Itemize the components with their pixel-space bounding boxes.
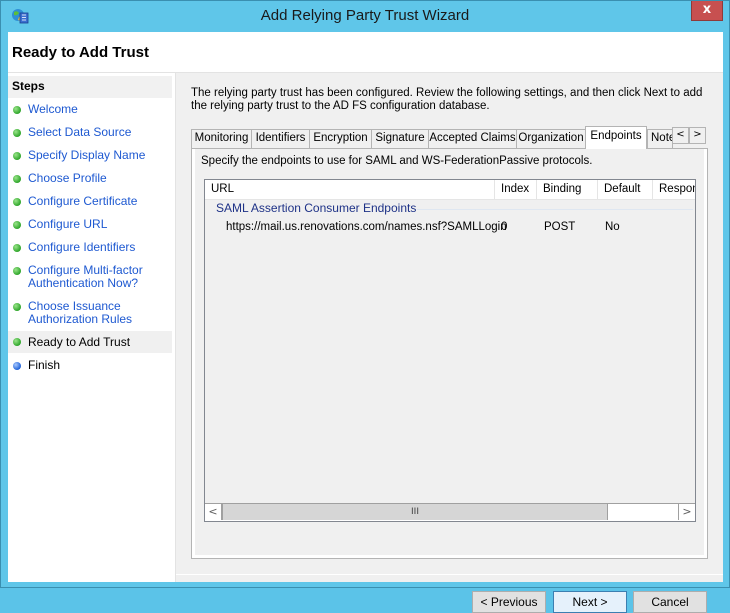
step-configure-multi-factor[interactable]: Configure Multi-factor Authentication Now… [8,264,172,290]
step-specify-display-name[interactable]: Specify Display Name [8,149,172,162]
steps-heading: Steps [8,76,172,98]
step-current-icon [13,338,21,346]
step-label: Configure Certificate [28,194,138,208]
step-label: Ready to Add Trust [28,335,131,349]
horizontal-scrollbar[interactable]: < III > [205,503,695,521]
next-button[interactable]: Next > [553,591,627,613]
step-label: Choose Profile [28,171,107,185]
column-header-url[interactable]: URL [205,180,495,199]
tab-scroll-left-button[interactable]: < [672,127,689,144]
column-header-binding[interactable]: Binding [537,180,598,199]
column-header-response-url[interactable]: Response URL [653,180,695,199]
chevron-right-icon: > [682,505,692,518]
step-configure-url[interactable]: Configure URL [8,218,172,231]
endpoints-tab-panel: Specify the endpoints to use for SAML an… [191,148,708,559]
endpoints-description: Specify the endpoints to use for SAML an… [201,155,593,167]
step-label: Welcome [28,102,78,116]
step-label-line1: Choose Issuance [28,299,121,313]
cell-url: https://mail.us.renovations.com/names.ns… [226,221,507,233]
step-label: Finish [28,358,61,372]
step-label-line2: Authentication Now? [28,276,139,290]
wizard-client-area: Ready to Add Trust Steps Welcome Select … [8,32,723,613]
footer-divider [176,574,723,575]
step-complete-icon [13,303,21,311]
tab-notes[interactable]: Notes [647,129,673,148]
tab-organization[interactable]: Organization [516,129,586,148]
step-label: Configure URL [28,217,108,231]
step-complete-icon [13,175,21,183]
step-complete-icon [13,198,21,206]
group-header-saml-assertion-consumer[interactable]: SAML Assertion Consumer Endpoints [216,201,416,215]
group-divider [417,209,693,210]
intro-text: The relying party trust has been configu… [191,87,703,112]
close-button[interactable]: x [691,1,723,21]
step-pending-icon [13,362,21,370]
step-label-line1: Configure Multi-factor [28,263,143,277]
step-choose-profile[interactable]: Choose Profile [8,172,172,185]
tab-signature[interactable]: Signature [371,129,429,148]
step-ready-to-add-trust[interactable]: Ready to Add Trust [8,331,172,353]
endpoints-list-header: URL Index Binding Default Response URL [205,180,695,200]
title-bar[interactable]: Add Relying Party Trust Wizard x [1,1,729,31]
settings-tabstrip: Monitoring Identifiers Encryption Signat… [191,126,708,149]
tab-identifiers[interactable]: Identifiers [251,129,310,148]
step-complete-icon [13,129,21,137]
step-complete-icon [13,244,21,252]
step-label: Select Data Source [28,125,132,139]
step-select-data-source[interactable]: Select Data Source [8,126,172,139]
window-title: Add Relying Party Trust Wizard [260,7,470,24]
step-choose-issuance-authorization-rules[interactable]: Choose Issuance Authorization Rules [8,300,172,326]
step-complete-icon [13,152,21,160]
page-header: Ready to Add Trust [8,32,723,73]
step-welcome[interactable]: Welcome [8,103,172,116]
cell-default: No [605,221,620,233]
step-configure-certificate[interactable]: Configure Certificate [8,195,172,208]
step-complete-icon [13,106,21,114]
step-complete-icon [13,221,21,229]
cancel-button[interactable]: Cancel [633,591,707,613]
page-title: Ready to Add Trust [12,44,149,61]
grip-icon: III [411,507,419,517]
previous-button[interactable]: < Previous [472,591,546,613]
column-header-default[interactable]: Default [598,180,653,199]
step-label-line2: Authorization Rules [28,312,133,326]
column-header-index[interactable]: Index [495,180,537,199]
tab-encryption[interactable]: Encryption [309,129,372,148]
chevron-left-icon: < [208,505,218,518]
tab-monitoring[interactable]: Monitoring [191,129,252,148]
step-label: Specify Display Name [28,148,146,162]
scroll-right-button[interactable]: > [678,504,695,520]
tab-endpoints[interactable]: Endpoints [585,126,647,149]
main-pane: The relying party trust has been configu… [176,73,723,613]
step-configure-identifiers[interactable]: Configure Identifiers [8,241,172,254]
wizard-window: Add Relying Party Trust Wizard x Ready t… [0,0,730,613]
close-icon: x [702,2,712,17]
chevron-right-icon: > [693,129,702,140]
cell-index: 0 [501,221,508,233]
cell-binding: POST [544,221,576,233]
steps-pane: Steps Welcome Select Data Source Specify… [8,73,176,582]
scroll-left-button[interactable]: < [205,504,222,520]
chevron-left-icon: < [676,129,685,140]
endpoints-list[interactable]: URL Index Binding Default Response URL S… [204,179,696,522]
scroll-thumb[interactable]: III [222,504,608,520]
tab-accepted-claims[interactable]: Accepted Claims [428,129,517,148]
step-label: Configure Identifiers [28,240,136,254]
step-complete-icon [13,267,21,275]
endpoints-panel-body: Specify the endpoints to use for SAML an… [195,149,704,555]
tab-scroll-right-button[interactable]: > [689,127,706,144]
step-finish[interactable]: Finish [8,359,172,372]
